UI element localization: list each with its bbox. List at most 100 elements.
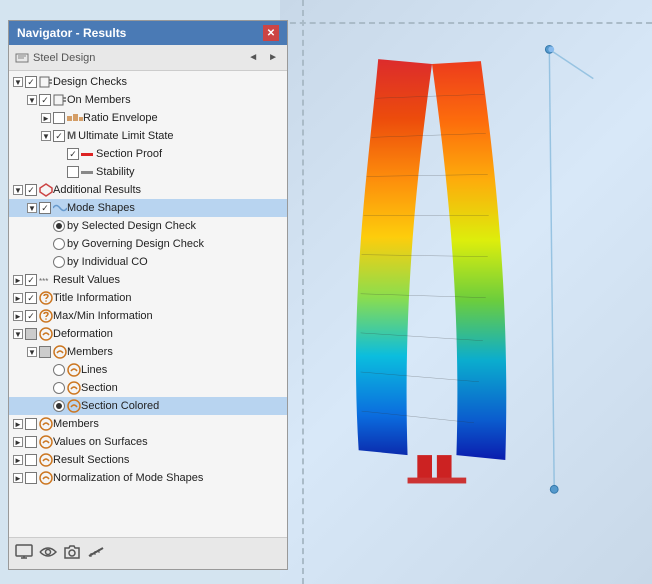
radio-section[interactable] bbox=[53, 382, 65, 394]
label-on-members: On Members bbox=[67, 94, 131, 106]
tree-item-title-info[interactable]: ► Title Information bbox=[9, 289, 287, 307]
tree-item-by-governing[interactable]: by Governing Design Check bbox=[9, 235, 287, 253]
radio-lines[interactable] bbox=[53, 364, 65, 376]
checkbox-ultimate-limit[interactable] bbox=[53, 130, 65, 142]
label-title-info: Title Information bbox=[53, 292, 131, 304]
checkbox-maxmin-info[interactable] bbox=[25, 310, 37, 322]
tree-item-stability[interactable]: Stability bbox=[9, 163, 287, 181]
navigator-footer bbox=[9, 537, 287, 569]
tree-item-section[interactable]: Section bbox=[9, 379, 287, 397]
checkbox-deformation[interactable] bbox=[25, 328, 37, 340]
navigator-titlebar: Navigator - Results ✕ bbox=[9, 21, 287, 45]
close-button[interactable]: ✕ bbox=[263, 25, 279, 41]
expand-mode-shapes[interactable]: ▼ bbox=[27, 203, 37, 213]
ratio-envelope-icon bbox=[67, 113, 83, 123]
expand-on-members[interactable]: ▼ bbox=[27, 95, 37, 105]
tree-item-ratio-envelope[interactable]: ► Ratio Envelope bbox=[9, 109, 287, 127]
label-by-selected: by Selected Design Check bbox=[67, 220, 196, 232]
navigator-toolbar: Steel Design ◄ ► bbox=[9, 45, 287, 71]
toolbar-next[interactable]: ► bbox=[265, 51, 281, 64]
tree-item-values-on-surfaces[interactable]: ► Values on Surfaces bbox=[9, 433, 287, 451]
label-deformation: Deformation bbox=[53, 328, 113, 340]
tree-item-mode-shapes[interactable]: ▼ Mode Shapes bbox=[9, 199, 287, 217]
expand-ultimate-limit[interactable]: ▼ bbox=[41, 131, 51, 141]
tree-item-section-proof[interactable]: Section Proof bbox=[9, 145, 287, 163]
tree-item-normalization[interactable]: ► Normalization of Mode Shapes bbox=[9, 469, 287, 487]
label-additional-results: Additional Results bbox=[53, 184, 141, 196]
expand-result-sections[interactable]: ► bbox=[13, 455, 23, 465]
eye-icon[interactable] bbox=[39, 543, 57, 564]
tree-item-deformation[interactable]: ▼ Deformation bbox=[9, 325, 287, 343]
radio-by-governing[interactable] bbox=[53, 238, 65, 250]
navigator-tree: ▼ Design Checks ▼ On Members ► bbox=[9, 71, 287, 537]
tree-item-ultimate-limit[interactable]: ▼ M Ultimate Limit State bbox=[9, 127, 287, 145]
tree-item-by-individual[interactable]: by Individual CO bbox=[9, 253, 287, 271]
beam-visualization bbox=[300, 20, 652, 568]
checkbox-section-proof[interactable] bbox=[67, 148, 79, 160]
stability-line-icon bbox=[81, 171, 93, 174]
display-icon[interactable] bbox=[15, 543, 33, 564]
svg-text:***: *** bbox=[39, 277, 48, 285]
normalization-icon bbox=[39, 471, 53, 485]
label-by-individual: by Individual CO bbox=[67, 256, 148, 268]
expand-title-info[interactable]: ► bbox=[13, 293, 23, 303]
label-def-members: Members bbox=[67, 346, 113, 358]
checkbox-members-top[interactable] bbox=[25, 418, 37, 430]
label-design-checks: Design Checks bbox=[53, 76, 127, 88]
section-proof-line-icon bbox=[81, 153, 93, 156]
tree-item-maxmin-info[interactable]: ► Max/Min Information bbox=[9, 307, 287, 325]
checkbox-normalization[interactable] bbox=[25, 472, 37, 484]
camera-icon[interactable] bbox=[63, 543, 81, 564]
checkbox-values-on-surfaces[interactable] bbox=[25, 436, 37, 448]
tree-item-design-checks[interactable]: ▼ Design Checks bbox=[9, 73, 287, 91]
expand-def-members[interactable]: ▼ bbox=[27, 347, 37, 357]
expand-ratio-envelope[interactable]: ► bbox=[41, 113, 51, 123]
label-lines: Lines bbox=[81, 364, 107, 376]
on-members-icon bbox=[53, 93, 67, 107]
tree-item-def-members[interactable]: ▼ Members bbox=[9, 343, 287, 361]
tree-item-lines[interactable]: Lines bbox=[9, 361, 287, 379]
steel-design-icon bbox=[15, 51, 29, 65]
label-normalization: Normalization of Mode Shapes bbox=[53, 472, 203, 484]
tree-item-members-top[interactable]: ► Members bbox=[9, 415, 287, 433]
checkbox-design-checks[interactable] bbox=[25, 76, 37, 88]
tree-item-additional-results[interactable]: ▼ Additional Results bbox=[9, 181, 287, 199]
tree-item-by-selected[interactable]: by Selected Design Check bbox=[9, 217, 287, 235]
tree-item-result-sections[interactable]: ► Result Sections bbox=[9, 451, 287, 469]
design-checks-icon bbox=[39, 75, 53, 89]
label-stability: Stability bbox=[96, 166, 135, 178]
tree-item-result-values[interactable]: ► *** Result Values bbox=[9, 271, 287, 289]
label-ultimate-limit: Ultimate Limit State bbox=[78, 130, 173, 142]
expand-maxmin-info[interactable]: ► bbox=[13, 311, 23, 321]
section-icon bbox=[67, 381, 81, 395]
checkbox-additional-results[interactable] bbox=[25, 184, 37, 196]
expand-deformation[interactable]: ▼ bbox=[13, 329, 23, 339]
expand-members-top[interactable]: ► bbox=[13, 419, 23, 429]
expand-additional-results[interactable]: ▼ bbox=[13, 185, 23, 195]
checkbox-def-members[interactable] bbox=[39, 346, 51, 358]
checkbox-on-members[interactable] bbox=[39, 94, 51, 106]
section-colored-icon bbox=[67, 399, 81, 413]
radio-by-individual[interactable] bbox=[53, 256, 65, 268]
checkbox-stability[interactable] bbox=[67, 166, 79, 178]
expand-design-checks[interactable]: ▼ bbox=[13, 77, 23, 87]
checkbox-title-info[interactable] bbox=[25, 292, 37, 304]
toolbar-label: Steel Design bbox=[33, 52, 241, 64]
checkbox-ratio-envelope[interactable] bbox=[53, 112, 65, 124]
expand-result-values[interactable]: ► bbox=[13, 275, 23, 285]
label-section-colored: Section Colored bbox=[81, 400, 159, 412]
expand-normalization[interactable]: ► bbox=[13, 473, 23, 483]
toolbar-prev[interactable]: ◄ bbox=[245, 51, 261, 64]
label-by-governing: by Governing Design Check bbox=[67, 238, 204, 250]
ruler-icon[interactable] bbox=[87, 543, 105, 564]
radio-by-selected[interactable] bbox=[53, 220, 65, 232]
checkbox-result-values[interactable] bbox=[25, 274, 37, 286]
checkbox-result-sections[interactable] bbox=[25, 454, 37, 466]
label-section: Section bbox=[81, 382, 118, 394]
label-ratio-envelope: Ratio Envelope bbox=[83, 112, 158, 124]
tree-item-section-colored[interactable]: Section Colored bbox=[9, 397, 287, 415]
tree-item-on-members[interactable]: ▼ On Members bbox=[9, 91, 287, 109]
checkbox-mode-shapes[interactable] bbox=[39, 202, 51, 214]
radio-section-colored[interactable] bbox=[53, 400, 65, 412]
expand-values-on-surfaces[interactable]: ► bbox=[13, 437, 23, 447]
